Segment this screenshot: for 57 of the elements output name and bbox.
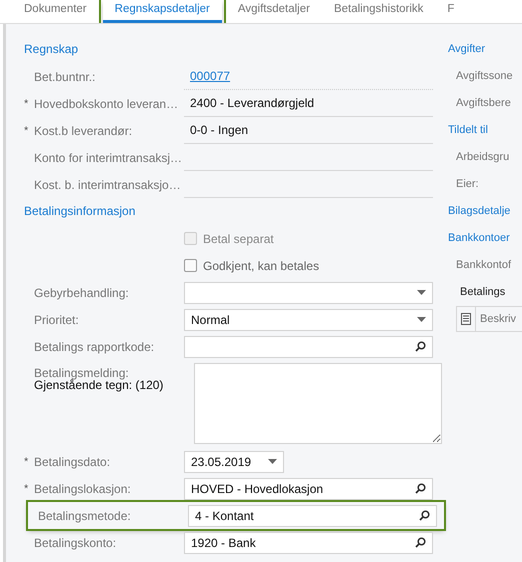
checkbox-label: Godkjent, kan betales: [203, 258, 320, 272]
field-label: Kost. b. interimtransaksjo…: [34, 178, 181, 192]
field-label: Prioritet:: [34, 312, 79, 326]
field-label: Bet.buntnr.:: [34, 70, 96, 84]
document-icon: [461, 313, 471, 325]
required-mark: *: [24, 456, 30, 468]
field-label: Betalingsmelding:: [34, 367, 130, 379]
field-value: 0-0 - Ingen: [184, 118, 433, 144]
tab[interactable]: Betalingshistorikk: [322, 0, 436, 23]
search-icon: [419, 510, 430, 521]
dropdown-field[interactable]: Normal: [184, 308, 433, 330]
section-heading: Betalingsinformasjon: [24, 203, 136, 220]
search-icon: [415, 341, 426, 352]
field-label: Avgiftssone: [455, 69, 514, 84]
checkbox-label: Betal separat: [203, 232, 274, 246]
field-label: Betalingskonto:: [34, 536, 116, 550]
field-label: Eier:: [455, 177, 480, 192]
section-heading: Bilagsdetalje: [448, 204, 512, 219]
search-icon: [415, 483, 426, 494]
batch-link[interactable]: 000077: [190, 69, 230, 83]
required-mark: *: [24, 98, 30, 110]
lookup-field[interactable]: HOVED - Hovedlokasjon: [184, 478, 433, 500]
lookup-field[interactable]: 1920 - Bank: [184, 532, 433, 554]
section-heading: Tildelt til: [448, 123, 489, 138]
lookup-field[interactable]: [184, 336, 433, 358]
date-field[interactable]: 23.05.2019: [184, 450, 284, 472]
field-label: Hovedbokskonto leveran…: [34, 96, 178, 110]
search-icon: [415, 537, 426, 548]
section-heading: Avgifter: [448, 42, 486, 57]
field-label: Kost.b leverandør:: [34, 124, 132, 138]
field-label: Betalingslokasjon:: [34, 482, 131, 496]
field-label: Betalings rapportkode:: [34, 340, 154, 354]
field-label: Avgiftsbere: [455, 96, 512, 111]
section-heading: Regnskap: [24, 41, 80, 58]
table-title: Betalings: [459, 285, 506, 300]
required-mark: *: [24, 124, 30, 136]
checkbox[interactable]: [184, 259, 197, 272]
field-label: Bankkontof: [455, 258, 512, 273]
lookup-field[interactable]: 4 - Kontant: [188, 504, 437, 526]
tab[interactable]: F: [435, 0, 466, 23]
field-label: Gebyrbehandling:: [34, 286, 129, 300]
section-heading: Bankkontoer: [448, 231, 511, 246]
field-value: 2400 - Leverandørgjeld: [184, 90, 433, 116]
message-field[interactable]: [194, 363, 442, 444]
field-label: Arbeidsgru: [455, 150, 510, 165]
field-label: Betalingsdato:: [34, 454, 110, 468]
caret-icon: [417, 317, 426, 322]
field-label: Betalingsmetode:: [38, 508, 131, 522]
tab[interactable]: Dokumenter: [12, 0, 99, 23]
tab[interactable]: Avgiftsdetaljer: [226, 0, 322, 23]
caret-icon: [417, 290, 426, 295]
field-label: Konto for interimtransaksj…: [34, 150, 182, 164]
caret-icon: [268, 459, 277, 464]
dropdown-field[interactable]: [184, 282, 433, 304]
character-counter: Gjenstående tegn: (120): [34, 379, 164, 391]
column-header[interactable]: Beskriv: [476, 313, 516, 325]
required-mark: *: [24, 482, 30, 494]
